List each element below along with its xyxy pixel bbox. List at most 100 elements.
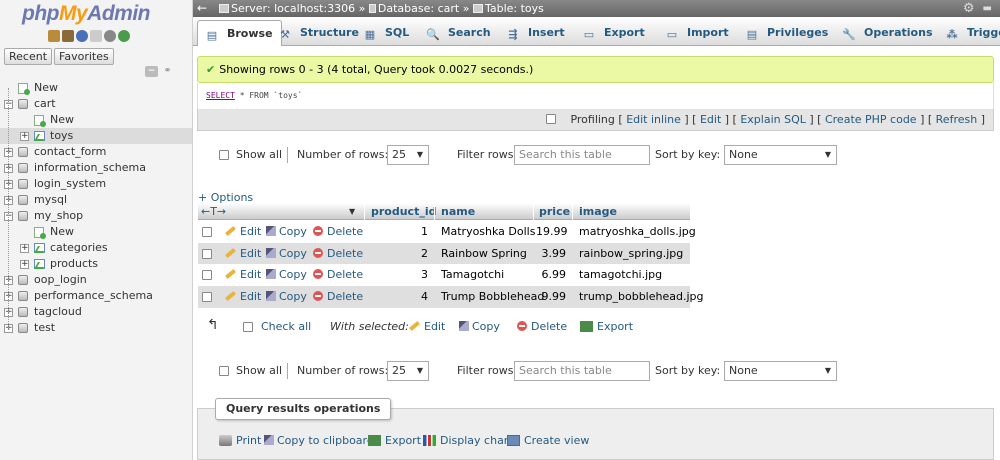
- cell-price[interactable]: 19.99: [536, 221, 568, 243]
- display-chart-link[interactable]: Display chart: [423, 433, 513, 449]
- delete-row-button[interactable]: Delete: [313, 264, 363, 286]
- bulk-export-button[interactable]: Export: [580, 316, 633, 338]
- tree-item-login-system[interactable]: + login_system: [0, 176, 192, 192]
- tree-item-my-shop[interactable]: − my_shop: [0, 208, 192, 224]
- cell-price[interactable]: 6.99: [536, 264, 567, 286]
- tree-item-cart[interactable]: − cart: [0, 96, 192, 112]
- tree-item-oop-login[interactable]: + oop_login: [0, 272, 192, 288]
- settings-icon[interactable]: [104, 30, 116, 42]
- tree-item-tagcloud[interactable]: + tagcloud: [0, 304, 192, 320]
- tab-structure[interactable]: ⚒ Structure: [271, 20, 367, 46]
- profiling-checkbox[interactable]: [546, 114, 557, 124]
- breadcrumb-database[interactable]: Database: cart: [378, 2, 459, 15]
- edit-inline-link[interactable]: Edit inline: [626, 113, 681, 126]
- delete-row-button[interactable]: Delete: [313, 221, 363, 243]
- tab-search[interactable]: 🔍 Search: [419, 20, 499, 46]
- show-all-checkbox[interactable]: [219, 150, 229, 160]
- tab-privileges[interactable]: ▤ Privileges: [738, 20, 836, 46]
- reload-icon[interactable]: [118, 30, 130, 42]
- print-link[interactable]: Print: [219, 433, 261, 449]
- column-header-image[interactable]: image: [579, 203, 617, 220]
- create-php-code-link[interactable]: Create PHP code: [825, 113, 917, 126]
- check-all-checkbox[interactable]: [243, 322, 253, 332]
- edit-row-button[interactable]: Edit: [225, 286, 261, 308]
- row-checkbox[interactable]: [202, 291, 212, 302]
- bulk-copy-button[interactable]: Copy: [459, 316, 500, 338]
- tree-item-mysql[interactable]: + mysql: [0, 192, 192, 208]
- create-view-link[interactable]: Create view: [507, 433, 589, 449]
- tree-item-information-schema[interactable]: + information_schema: [0, 160, 192, 176]
- cell-name[interactable]: Trump Bobblehead: [441, 286, 544, 308]
- breadcrumb-table[interactable]: Table: toys: [485, 2, 544, 15]
- bulk-edit-button[interactable]: Edit: [409, 316, 445, 338]
- cell-name[interactable]: Rainbow Spring: [441, 243, 527, 265]
- cell-name[interactable]: Matryoshka Dolls: [441, 221, 535, 243]
- tab-operations[interactable]: 🔧 Operations: [835, 20, 941, 46]
- explain-sql-link[interactable]: Explain SQL: [740, 113, 806, 126]
- cell-product-id[interactable]: 3: [372, 264, 428, 286]
- rows-select[interactable]: 25 ▼: [387, 145, 429, 165]
- export-link[interactable]: Export: [368, 433, 421, 449]
- cell-price[interactable]: 9.99: [536, 286, 567, 308]
- sql-keyword[interactable]: SELECT: [206, 91, 235, 100]
- expand-icon[interactable]: +: [20, 260, 29, 269]
- phpmyadmin-logo[interactable]: phpMyAdmin: [22, 2, 150, 26]
- column-header-name[interactable]: name: [441, 203, 475, 220]
- tree-item-products[interactable]: + products: [0, 256, 192, 272]
- favorites-tab[interactable]: Favorites: [54, 48, 114, 65]
- recent-tab[interactable]: Recent: [4, 48, 53, 65]
- docs-icon[interactable]: [90, 30, 102, 42]
- sort-select[interactable]: None ▼: [724, 145, 837, 165]
- edit-link[interactable]: Edit: [700, 113, 721, 126]
- tree-item-toys[interactable]: + toys: [0, 128, 192, 144]
- tree-item-New[interactable]: New: [0, 224, 192, 240]
- filter-input-bottom[interactable]: Search this table: [514, 361, 650, 381]
- tab-triggers[interactable]: ⁂ Triggers: [938, 20, 1000, 46]
- collapse-all-icon[interactable]: −: [145, 66, 158, 77]
- refresh-link[interactable]: Refresh: [936, 113, 978, 126]
- column-resize-arrows-icon[interactable]: ←T→: [201, 203, 226, 220]
- tab-import[interactable]: ▭ Import: [658, 20, 737, 46]
- column-header-price[interactable]: price: [539, 203, 570, 220]
- tab-export[interactable]: ▭ Export: [575, 20, 653, 46]
- rows-select-bottom[interactable]: 25 ▼: [387, 361, 429, 381]
- tree-item-New[interactable]: New: [0, 112, 192, 128]
- cell-image[interactable]: tamagotchi.jpg: [579, 264, 662, 286]
- tab-sql[interactable]: ▦ SQL: [356, 20, 417, 46]
- check-all-label[interactable]: Check all: [261, 316, 311, 338]
- show-all-checkbox-bottom[interactable]: [219, 366, 229, 376]
- bulk-delete-button[interactable]: Delete: [517, 316, 567, 338]
- copy-row-button[interactable]: Copy: [266, 243, 307, 265]
- edit-row-button[interactable]: Edit: [225, 221, 261, 243]
- cell-product-id[interactable]: 4: [372, 286, 428, 308]
- cell-name[interactable]: Tamagotchi: [441, 264, 504, 286]
- tree-item-New[interactable]: New: [0, 80, 192, 96]
- edit-row-button[interactable]: Edit: [225, 243, 261, 265]
- copy-row-button[interactable]: Copy: [266, 264, 307, 286]
- tree-item-categories[interactable]: + categories: [0, 240, 192, 256]
- cell-product-id[interactable]: 2: [372, 243, 428, 265]
- copy-row-button[interactable]: Copy: [266, 221, 307, 243]
- tree-item-contact-form[interactable]: + contact_form: [0, 144, 192, 160]
- back-arrow-icon[interactable]: ←: [197, 0, 207, 17]
- row-checkbox[interactable]: [202, 227, 212, 237]
- delete-row-button[interactable]: Delete: [313, 286, 363, 308]
- copy-to-clipboard-link[interactable]: Copy to clipboard: [264, 433, 374, 449]
- column-header-product-id[interactable]: product_id: [371, 203, 436, 220]
- help-icon[interactable]: [76, 30, 88, 42]
- sort-select-bottom[interactable]: None ▼: [724, 361, 837, 381]
- tree-item-test[interactable]: + test: [0, 320, 192, 336]
- tree-item-performance-schema[interactable]: + performance_schema: [0, 288, 192, 304]
- link-icon[interactable]: ⚭: [161, 66, 174, 77]
- gear-icon[interactable]: ⚙: [963, 0, 975, 17]
- cell-price[interactable]: 3.99: [536, 243, 567, 265]
- cell-product-id[interactable]: 1: [372, 221, 428, 243]
- home-icon[interactable]: [48, 30, 60, 42]
- expand-icon[interactable]: +: [20, 244, 29, 253]
- cell-image[interactable]: rainbow_spring.jpg: [579, 243, 683, 265]
- cell-image[interactable]: trump_bobblehead.jpg: [579, 286, 704, 308]
- collapse-up-icon[interactable]: ▬: [983, 0, 992, 17]
- row-checkbox[interactable]: [202, 248, 212, 259]
- expand-icon[interactable]: +: [20, 132, 29, 141]
- row-checkbox[interactable]: [202, 270, 212, 280]
